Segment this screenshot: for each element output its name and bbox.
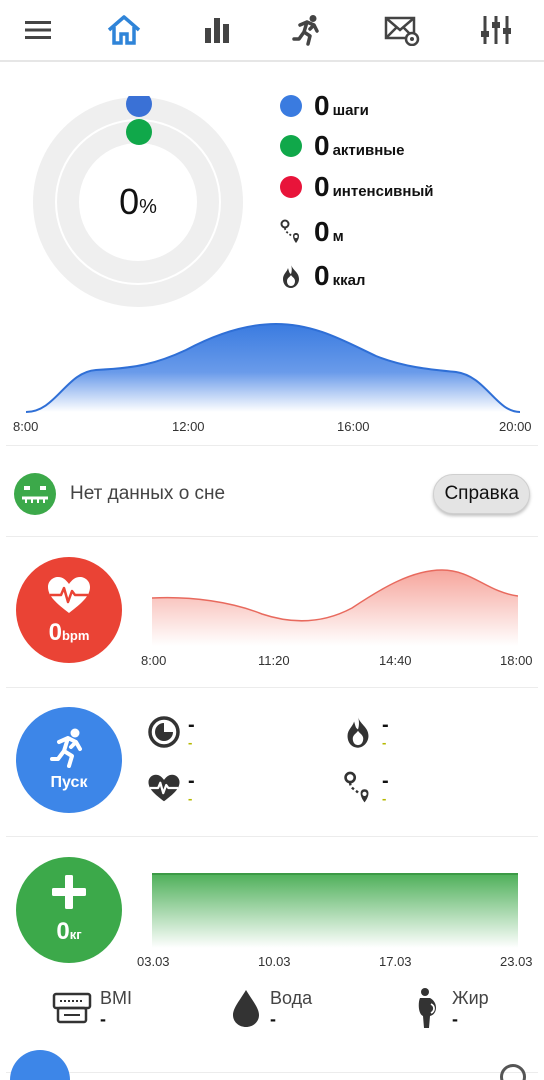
weight-axis-label-1: 10.03 xyxy=(258,954,291,969)
intense-color-dot xyxy=(280,176,302,198)
steps-axis-label-0: 8:00 xyxy=(13,419,39,434)
steps-label: шаги xyxy=(332,102,369,119)
plus-icon xyxy=(51,874,87,910)
divider xyxy=(6,536,538,537)
workout-distance-stat: - - xyxy=(340,770,389,806)
calories-value: 0 xyxy=(314,260,330,291)
help-button[interactable]: Справка xyxy=(433,474,530,514)
water-label: Вода xyxy=(270,988,313,1008)
workout-distance-sub: - xyxy=(382,791,387,806)
divider xyxy=(6,1072,538,1073)
divider xyxy=(6,836,538,837)
bmi-value: - xyxy=(100,1009,106,1029)
next-card-icon xyxy=(500,1064,526,1080)
duration-stat: - - xyxy=(146,714,195,750)
heart-rate-button[interactable]: 0 bpm xyxy=(16,557,122,663)
route-icon xyxy=(280,219,302,245)
heart-axis-label-0: 8:00 xyxy=(141,653,167,668)
heart-rate-value: 0 xyxy=(48,619,62,646)
activity-ring: 0 % xyxy=(32,91,244,308)
fat-value: - xyxy=(452,1009,458,1029)
weight-value: 0 xyxy=(56,918,70,945)
fat-metric[interactable]: Жир - xyxy=(410,984,489,1032)
top-navigation-bar xyxy=(0,0,544,62)
bmi-metric[interactable]: BMI - xyxy=(52,984,132,1032)
running-icon[interactable] xyxy=(286,10,330,50)
duration-sub: - xyxy=(188,735,193,750)
next-card-button[interactable] xyxy=(10,1050,70,1080)
workout-heart-stat: - - xyxy=(146,770,195,806)
duration-value: - xyxy=(188,714,195,736)
runner-icon xyxy=(50,728,88,768)
workout-distance-value: - xyxy=(382,770,389,792)
body-fat-icon xyxy=(410,987,444,1029)
distance-label: м xyxy=(332,228,344,245)
bmi-label: BMI xyxy=(100,988,133,1008)
equalizer-icon[interactable] xyxy=(474,10,518,50)
route-icon xyxy=(340,770,376,806)
weight-axis-label-2: 17.03 xyxy=(379,954,412,969)
weight-axis-label-3: 23.03 xyxy=(500,954,533,969)
mail-settings-icon[interactable] xyxy=(380,10,424,50)
activity-percent-unit: % xyxy=(139,195,157,218)
calories-legend: 0 ккал xyxy=(280,256,365,296)
heart-axis-label-1: 11:20 xyxy=(258,653,290,668)
weight-unit: кг xyxy=(69,927,82,942)
heart-rate-unit: bpm xyxy=(61,628,90,643)
weight-axis-label-0: 03.03 xyxy=(137,954,170,969)
water-drop-icon xyxy=(230,988,262,1028)
steps-axis-label-3: 20:00 xyxy=(499,419,532,434)
active-color-dot xyxy=(280,135,302,157)
workout-heart-value: - xyxy=(188,770,195,792)
start-button-label: Пуск xyxy=(50,774,88,791)
distance-value: 0 xyxy=(314,216,330,247)
heart-axis-label-3: 18:00 xyxy=(500,653,533,668)
weight-chart xyxy=(152,873,518,948)
steps-legend: 0 шаги xyxy=(280,86,369,126)
water-value: - xyxy=(270,1009,276,1029)
menu-icon[interactable] xyxy=(16,10,60,50)
calories-label: ккал xyxy=(332,272,366,289)
workout-heart-sub: - xyxy=(188,791,193,806)
active-label: активные xyxy=(332,142,405,159)
intense-value: 0 xyxy=(314,171,330,202)
timer-icon xyxy=(146,714,182,750)
active-legend: 0 активные xyxy=(280,126,404,166)
divider xyxy=(6,687,538,688)
divider xyxy=(6,445,538,446)
stats-icon[interactable] xyxy=(195,10,239,50)
add-weight-button[interactable]: 0 кг xyxy=(16,857,122,963)
intense-legend: 0 интенсивный xyxy=(280,167,433,207)
steps-color-dot xyxy=(280,95,302,117)
home-icon[interactable] xyxy=(102,10,146,50)
steps-axis-label-1: 12:00 xyxy=(172,419,205,434)
scale-icon xyxy=(52,990,92,1026)
heart-rate-chart xyxy=(152,569,518,646)
workout-calories-value: - xyxy=(382,714,389,736)
flame-icon xyxy=(280,263,302,289)
activity-percent: 0 xyxy=(119,181,140,222)
sleep-face-icon xyxy=(14,473,56,515)
active-value: 0 xyxy=(314,130,330,161)
steps-value: 0 xyxy=(314,90,330,121)
sleep-row[interactable]: Нет данных о сне Справка xyxy=(14,472,530,516)
intense-label: интенсивный xyxy=(332,183,434,200)
heart-rate-icon xyxy=(146,770,182,806)
water-metric[interactable]: Вода - xyxy=(230,984,312,1032)
sleep-status-text: Нет данных о сне xyxy=(70,483,226,504)
steps-area-chart xyxy=(26,322,520,413)
workout-calories-stat: - - xyxy=(340,714,389,750)
distance-legend: 0 м xyxy=(280,212,344,252)
heart-pulse-icon xyxy=(46,575,92,615)
workout-calories-sub: - xyxy=(382,735,387,750)
steps-axis-label-2: 16:00 xyxy=(337,419,370,434)
fat-label: Жир xyxy=(452,988,489,1008)
heart-axis-label-2: 14:40 xyxy=(379,653,412,668)
start-workout-button[interactable]: Пуск xyxy=(16,707,122,813)
flame-icon xyxy=(340,714,376,750)
